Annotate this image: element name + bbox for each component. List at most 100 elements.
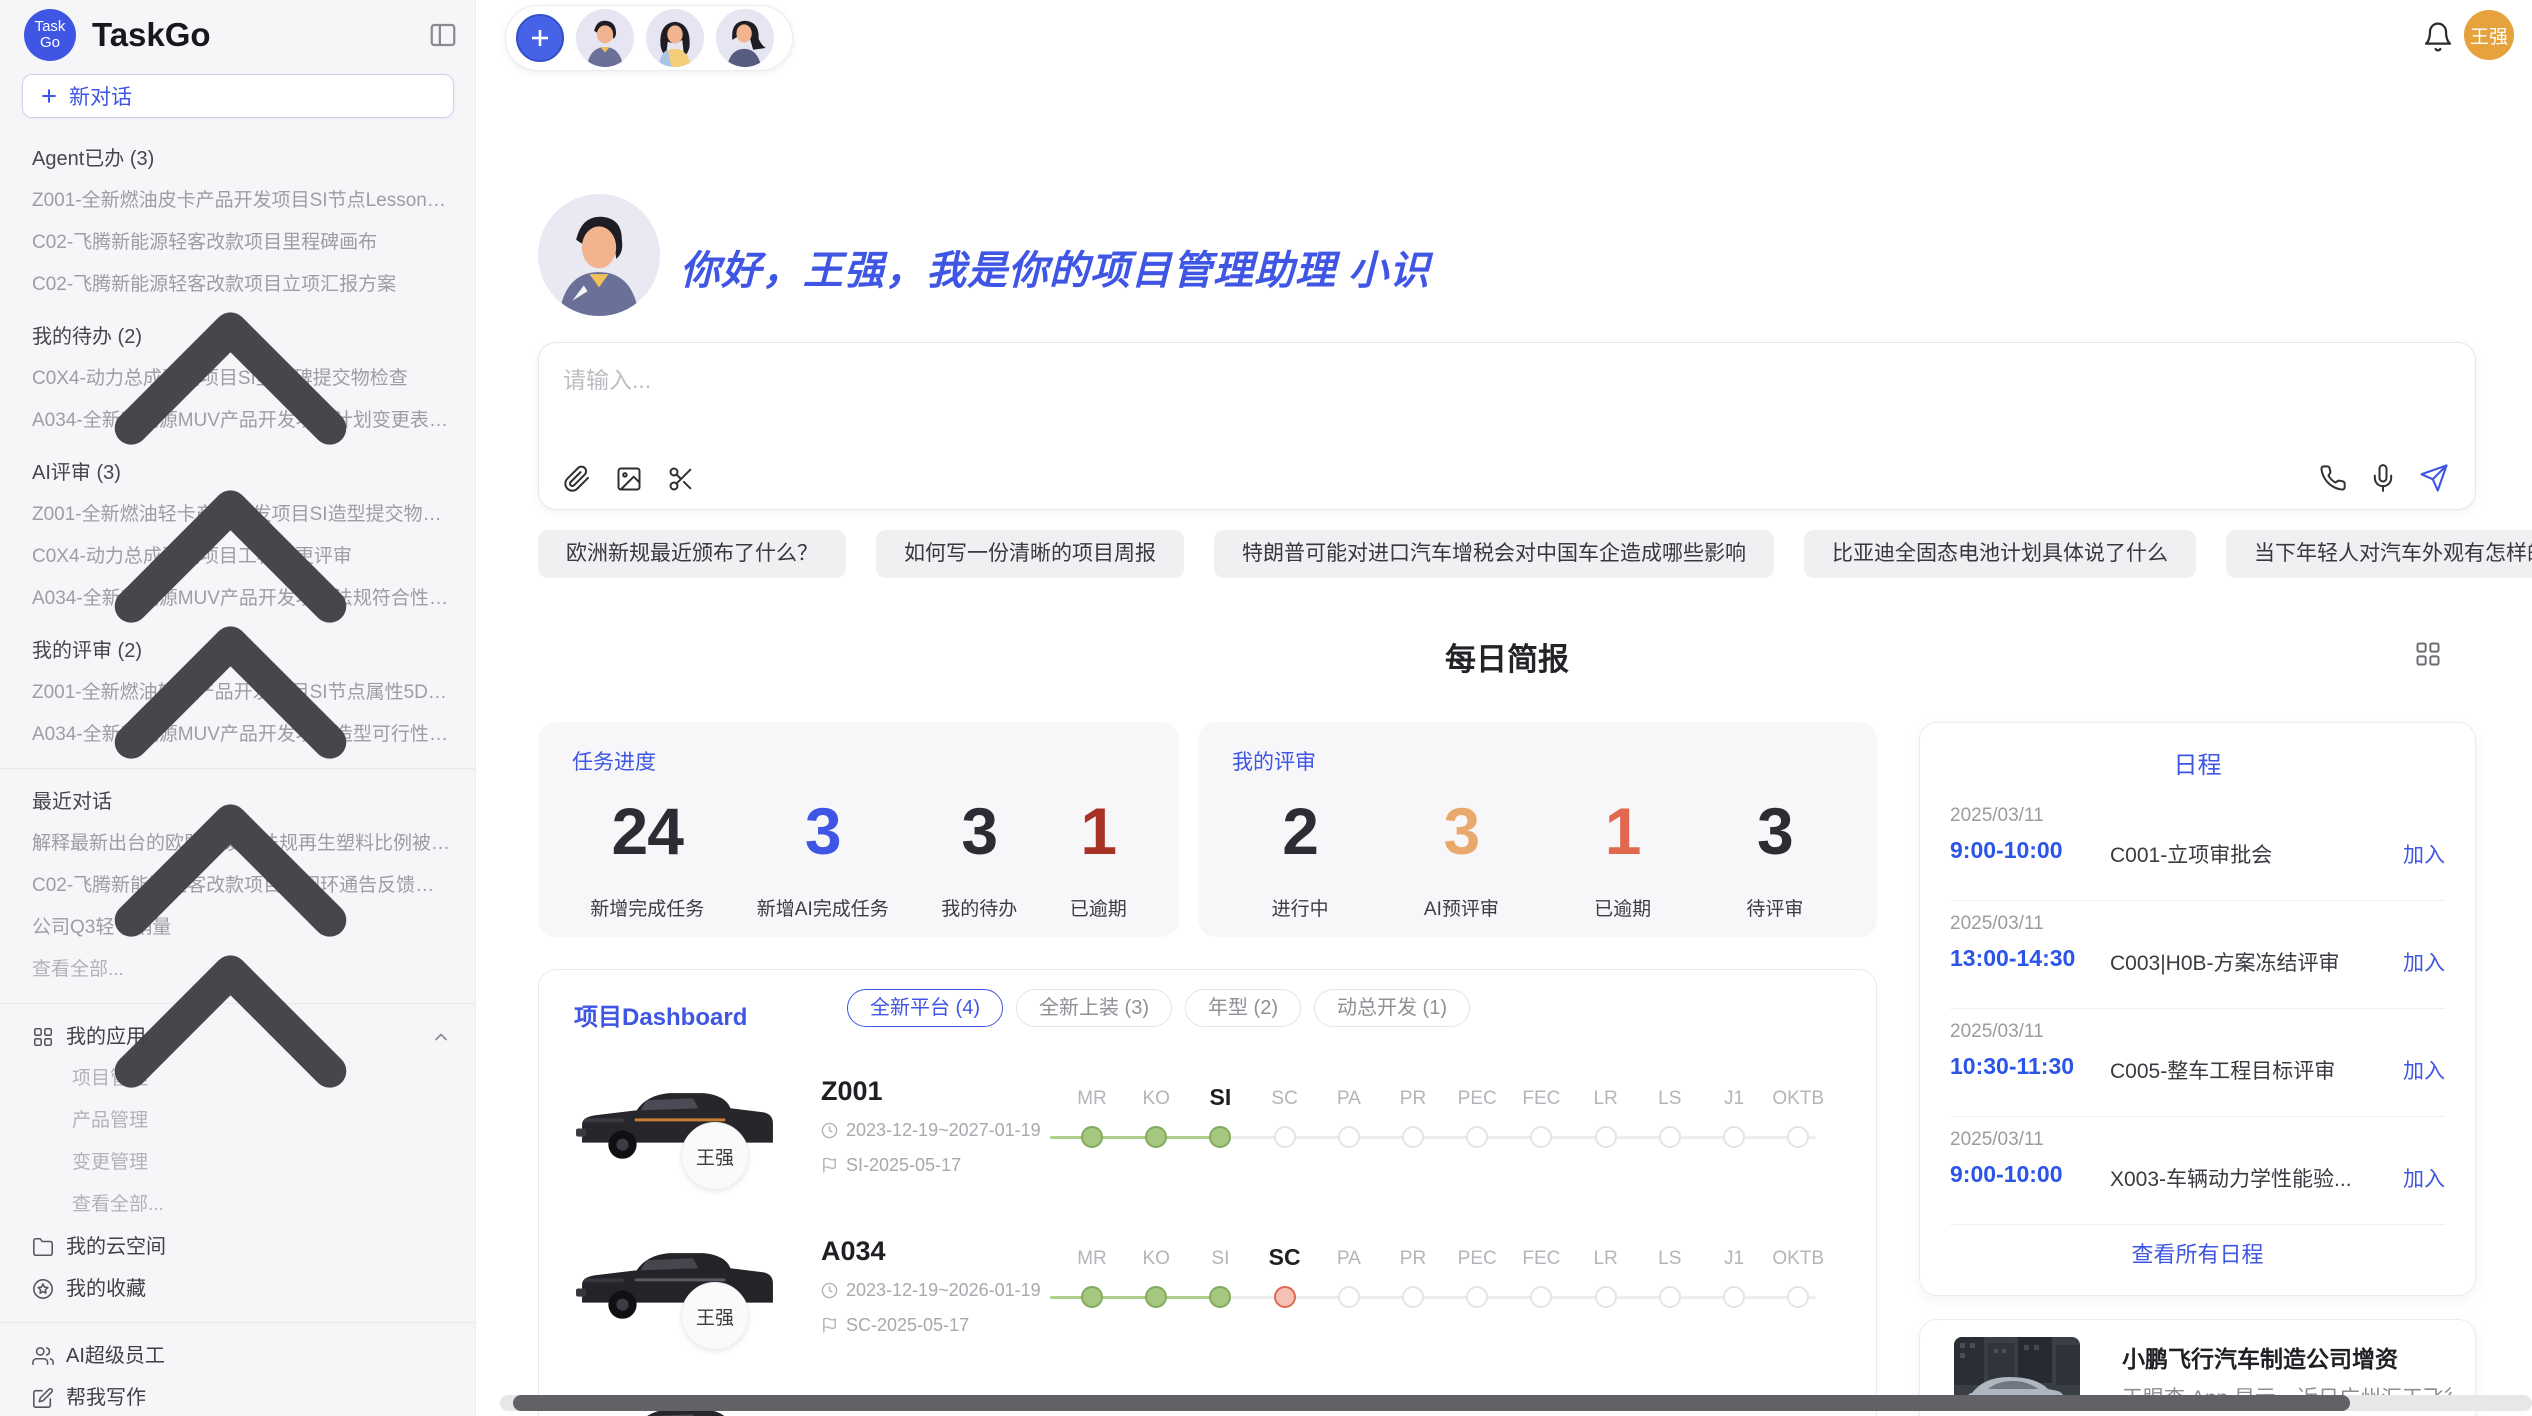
milestone-node-OKTB bbox=[1787, 1126, 1809, 1148]
send-icon[interactable] bbox=[2419, 463, 2449, 493]
voice-call-icon[interactable] bbox=[2319, 464, 2347, 492]
schedule-join-link[interactable]: 加入 bbox=[2403, 1163, 2445, 1193]
row-label: AI超级员工 bbox=[66, 1345, 165, 1367]
milestone-node-J1 bbox=[1723, 1286, 1745, 1308]
attachment-icon[interactable] bbox=[563, 465, 591, 493]
schedule-title: 日程 bbox=[1920, 745, 2475, 780]
schedule-date: 2025/03/11 bbox=[1950, 913, 2044, 935]
chat-input[interactable] bbox=[563, 361, 2443, 441]
suggestion-chip[interactable]: 如何写一份清晰的项目周报 bbox=[876, 530, 1184, 578]
user-avatar[interactable]: 王强 bbox=[2464, 10, 2514, 60]
project-dashboard-card: 项目Dashboard 全新平台 (4)全新上装 (3)年型 (2)动总开发 (… bbox=[538, 969, 1877, 1416]
dashboard-tab[interactable]: 年型 (2) bbox=[1185, 989, 1301, 1027]
chevron-up-icon[interactable] bbox=[431, 1027, 451, 1047]
sidebar-tool-1[interactable]: 帮我写作 bbox=[0, 1377, 475, 1416]
dashboard-tab[interactable]: 动总开发 (1) bbox=[1314, 989, 1470, 1027]
milestone-node-OKTB bbox=[1787, 1286, 1809, 1308]
stat-label: 待评审 bbox=[1746, 894, 1803, 921]
clock-icon bbox=[821, 1282, 838, 1299]
view-all-schedule-link[interactable]: 查看所有日程 bbox=[1920, 1237, 2475, 1269]
app-logo: Task Go bbox=[24, 9, 76, 61]
schedule-join-link[interactable]: 加入 bbox=[2403, 839, 2445, 869]
briefing-card-1: 我的评审2进行中3AI预评审1已逾期3待评审 bbox=[1198, 722, 1877, 937]
schedule-time: 13:00-14:30 bbox=[1950, 945, 2075, 972]
chat-input-card bbox=[538, 342, 2476, 510]
milestone-node-LR bbox=[1595, 1126, 1617, 1148]
schedule-time: 9:00-10:00 bbox=[1950, 837, 2063, 864]
star-circle-icon bbox=[32, 1278, 54, 1300]
clock-icon bbox=[821, 1122, 838, 1139]
schedule-join-link[interactable]: 加入 bbox=[2403, 947, 2445, 977]
milestone-label-OKTB: OKTB bbox=[1753, 1248, 1843, 1270]
suggestion-chip[interactable]: 欧洲新规最近颁布了什么？ bbox=[538, 530, 846, 578]
suggestion-chip[interactable]: 比亚迪全固态电池计划具体说了什么 bbox=[1804, 530, 2196, 578]
sidebar-section-0[interactable]: Agent已办 (3) bbox=[0, 138, 475, 180]
logo-line2: Go bbox=[40, 35, 60, 51]
sidebar-header: Task Go TaskGo bbox=[0, 0, 475, 70]
stat-AI预评审: 3AI预评审 bbox=[1424, 796, 1499, 921]
project-row-z001[interactable]: 王强 Z001 2023-12-19~2027-01-19 SI-2025-05… bbox=[539, 1076, 1877, 1234]
app-title: TaskGo bbox=[92, 16, 211, 54]
sidebar-section-2[interactable]: AI评审 (3) bbox=[0, 452, 475, 494]
flag-icon bbox=[821, 1157, 838, 1174]
suggestion-chip[interactable]: 特朗普可能对进口汽车增税会对中国车企造成哪些影响 bbox=[1214, 530, 1774, 578]
stat-已逾期: 1已逾期 bbox=[1070, 796, 1127, 921]
add-assistant-button[interactable] bbox=[516, 14, 564, 62]
sidebar-my-apps[interactable]: 我的应用 bbox=[0, 1016, 475, 1058]
sidebar-section-1[interactable]: 我的待办 (2) bbox=[0, 316, 475, 358]
user-name: 王强 bbox=[2470, 22, 2508, 49]
sidebar-section-3[interactable]: 我的评审 (2) bbox=[0, 630, 475, 672]
project-row-a034[interactable]: 王强 A034 2023-12-19~2026-01-19 SC-2025-05… bbox=[539, 1236, 1877, 1394]
assistant-avatar-1[interactable] bbox=[576, 9, 634, 67]
image-upload-icon[interactable] bbox=[615, 465, 643, 493]
assistant-avatar-3[interactable] bbox=[716, 9, 774, 67]
sidebar-recent-chats-header[interactable]: 最近对话 bbox=[0, 781, 475, 823]
stat-value: 2 bbox=[1272, 796, 1329, 866]
milestone-track: MRKOSISCPAPRPECFECLRLSJ1OKTB bbox=[1092, 1236, 1877, 1366]
stat-进行中: 2 进行中 bbox=[1272, 796, 1329, 921]
sidebar-collapse-icon[interactable] bbox=[428, 20, 458, 50]
notifications-bell-icon[interactable] bbox=[2422, 21, 2454, 53]
assistant-avatar-2[interactable] bbox=[646, 9, 704, 67]
stat-label: AI预评审 bbox=[1424, 894, 1499, 921]
dashboard-tab[interactable]: 全新平台 (4) bbox=[847, 989, 1003, 1027]
sidebar-my-favorites[interactable]: 我的收藏 bbox=[0, 1268, 475, 1310]
milestone-node-MR bbox=[1081, 1126, 1103, 1148]
sidebar-tool-0[interactable]: AI超级员工 bbox=[0, 1335, 475, 1377]
milestone-node-PR bbox=[1402, 1286, 1424, 1308]
section-label: 我的待办 (2) bbox=[32, 326, 142, 348]
microphone-icon[interactable] bbox=[2369, 464, 2397, 492]
briefing-layout-icon[interactable] bbox=[2414, 640, 2442, 668]
horizontal-scrollbar-track[interactable] bbox=[500, 1395, 2532, 1411]
project-owner-badge: 王强 bbox=[681, 1282, 749, 1350]
news-title: 小鹏飞行汽车制造公司增资 bbox=[2122, 1340, 2398, 1374]
sidebar-my-cloud[interactable]: 我的云空间 bbox=[0, 1226, 475, 1268]
milestone-node-LS bbox=[1659, 1286, 1681, 1308]
milestone-node-PA bbox=[1338, 1286, 1360, 1308]
stat-label: 进行中 bbox=[1272, 894, 1329, 921]
new-chat-button[interactable]: 新对话 bbox=[22, 74, 454, 118]
milestone-node-KO bbox=[1145, 1286, 1167, 1308]
assistant-switcher bbox=[505, 5, 793, 71]
suggestion-chips: 欧洲新规最近颁布了什么？ 如何写一份清晰的项目周报特朗普可能对进口汽车增税会对中国… bbox=[538, 530, 2532, 578]
schedule-event-title: X003-车辆动力学性能验... bbox=[2110, 1163, 2352, 1193]
stat-card-title: 我的评审 bbox=[1232, 746, 1316, 776]
milestone-node-MR bbox=[1081, 1286, 1103, 1308]
stat-label: 已逾期 bbox=[1070, 894, 1127, 921]
row-label: 我的收藏 bbox=[66, 1278, 146, 1300]
schedule-join-link[interactable]: 加入 bbox=[2403, 1055, 2445, 1085]
horizontal-scrollbar-thumb[interactable] bbox=[513, 1395, 2350, 1411]
dashboard-tab[interactable]: 全新上装 (3) bbox=[1016, 989, 1172, 1027]
suggestion-chip[interactable]: 当下年轻人对汽车外观有怎样的喜好趋势 bbox=[2226, 530, 2532, 578]
plus-icon bbox=[39, 86, 59, 106]
stat-label: 新增完成任务 bbox=[590, 894, 704, 921]
stat-新增完成任务: 24新增完成任务 bbox=[590, 796, 704, 921]
project-name: Z001 bbox=[821, 1076, 883, 1107]
daily-briefing-title: 每日简报 bbox=[1445, 634, 1569, 679]
schedule-item: 2025/03/1113:00-14:30C003|H0B-方案冻结评审加入 bbox=[1920, 901, 2475, 1009]
stat-label: 已逾期 bbox=[1594, 894, 1651, 921]
stat-label: 新增AI完成任务 bbox=[757, 894, 889, 921]
schedule-card: 日程 2025/03/119:00-10:00C001-立项审批会加入2025/… bbox=[1919, 722, 2476, 1296]
screenshot-scissors-icon[interactable] bbox=[667, 465, 695, 493]
milestone-node-SI bbox=[1209, 1286, 1231, 1308]
